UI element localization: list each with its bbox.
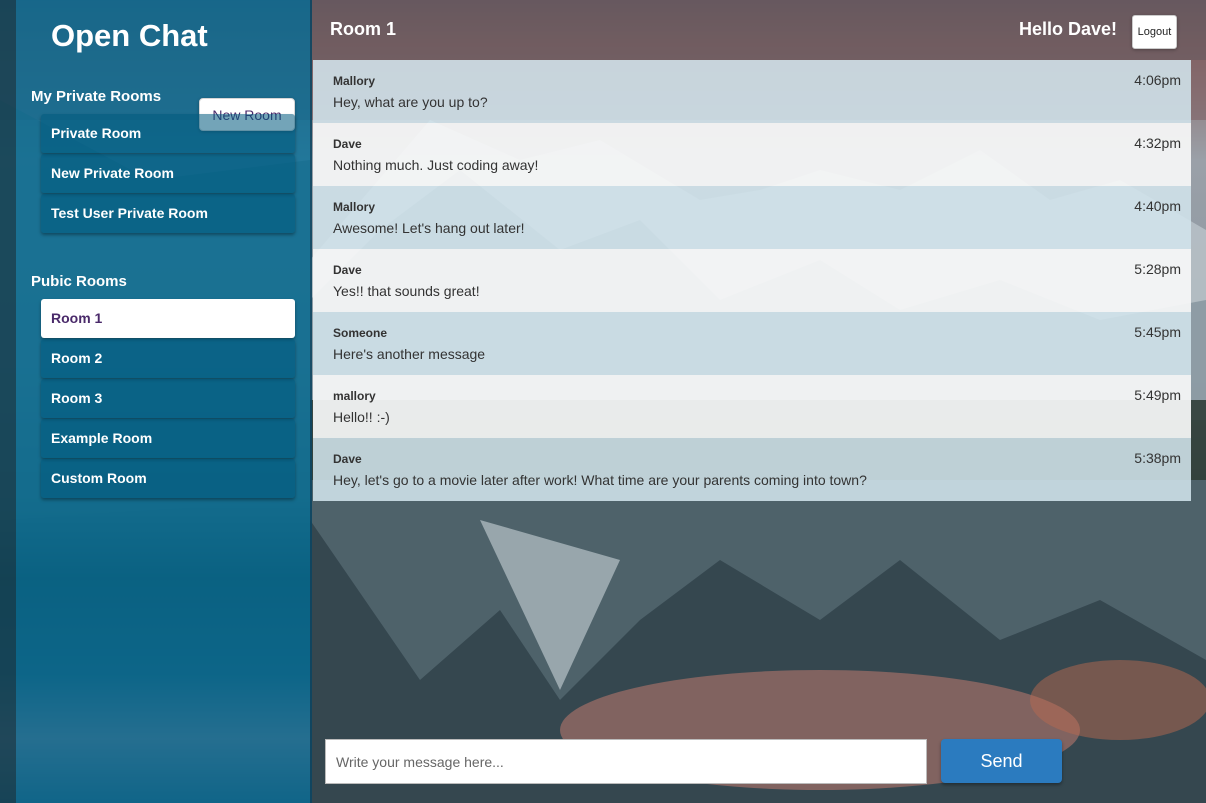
send-button[interactable]: Send [941, 739, 1062, 783]
public-room-item[interactable]: Room 2 [41, 339, 295, 378]
private-room-list: Private Room New Private Room Test User … [41, 114, 295, 234]
message-time: 5:45pm [1134, 324, 1181, 340]
private-room-item[interactable]: Private Room [41, 114, 295, 153]
message-time: 5:38pm [1134, 450, 1181, 466]
sidebar: Open Chat My Private Rooms New Room Priv… [0, 0, 312, 803]
message-item: Mallory Awesome! Let's hang out later! 4… [313, 186, 1191, 249]
app-title: Open Chat [51, 18, 208, 53]
public-room-item[interactable]: Example Room [41, 419, 295, 458]
message-text: Hello!! :-) [333, 409, 390, 425]
message-text: Awesome! Let's hang out later! [333, 220, 525, 236]
message-time: 4:32pm [1134, 135, 1181, 151]
public-room-item[interactable]: Custom Room [41, 459, 295, 498]
public-room-list: Room 1 Room 2 Room 3 Example Room Custom… [41, 299, 295, 499]
message-item: Someone Here's another message 5:45pm [313, 312, 1191, 375]
message-author: Dave [333, 452, 362, 466]
message-item: mallory Hello!! :-) 5:49pm [313, 375, 1191, 438]
message-time: 5:49pm [1134, 387, 1181, 403]
user-greeting: Hello Dave! [1018, 19, 1117, 39]
message-text: Hey, what are you up to? [333, 94, 488, 110]
message-author: Dave [333, 263, 362, 277]
private-room-item[interactable]: Test User Private Room [41, 194, 295, 233]
message-author: mallory [333, 389, 376, 403]
message-author: Someone [333, 326, 388, 340]
message-text: Here's another message [333, 346, 486, 362]
message-author: Dave [333, 137, 362, 151]
chat-header: Room 1 Hello Dave! Logout [312, 0, 1206, 60]
private-rooms-heading: My Private Rooms [31, 88, 162, 105]
message-item: Mallory Hey, what are you up to? 4:06pm [313, 60, 1191, 123]
message-time: 4:40pm [1134, 198, 1181, 214]
message-text: Nothing much. Just coding away! [333, 157, 539, 173]
message-input[interactable] [325, 739, 927, 784]
message-author: Mallory [333, 200, 376, 214]
message-list: Mallory Hey, what are you up to? 4:06pm … [313, 60, 1191, 501]
logout-button[interactable]: Logout [1132, 15, 1177, 49]
message-text: Yes!! that sounds great! [333, 283, 480, 299]
message-item: Dave Hey, let's go to a movie later afte… [313, 438, 1191, 501]
public-room-item-active[interactable]: Room 1 [41, 299, 295, 338]
public-rooms-heading: Pubic Rooms [31, 273, 127, 290]
message-author: Mallory [333, 74, 376, 88]
message-item: Dave Yes!! that sounds great! 5:28pm [313, 249, 1191, 312]
message-item: Dave Nothing much. Just coding away! 4:3… [313, 123, 1191, 186]
current-room-title: Room 1 [330, 19, 397, 39]
public-room-item[interactable]: Room 3 [41, 379, 295, 418]
sidebar-edge [0, 0, 16, 803]
message-text: Hey, let's go to a movie later after wor… [333, 472, 867, 488]
private-room-item[interactable]: New Private Room [41, 154, 295, 193]
message-time: 5:28pm [1134, 261, 1181, 277]
message-time: 4:06pm [1134, 72, 1181, 88]
